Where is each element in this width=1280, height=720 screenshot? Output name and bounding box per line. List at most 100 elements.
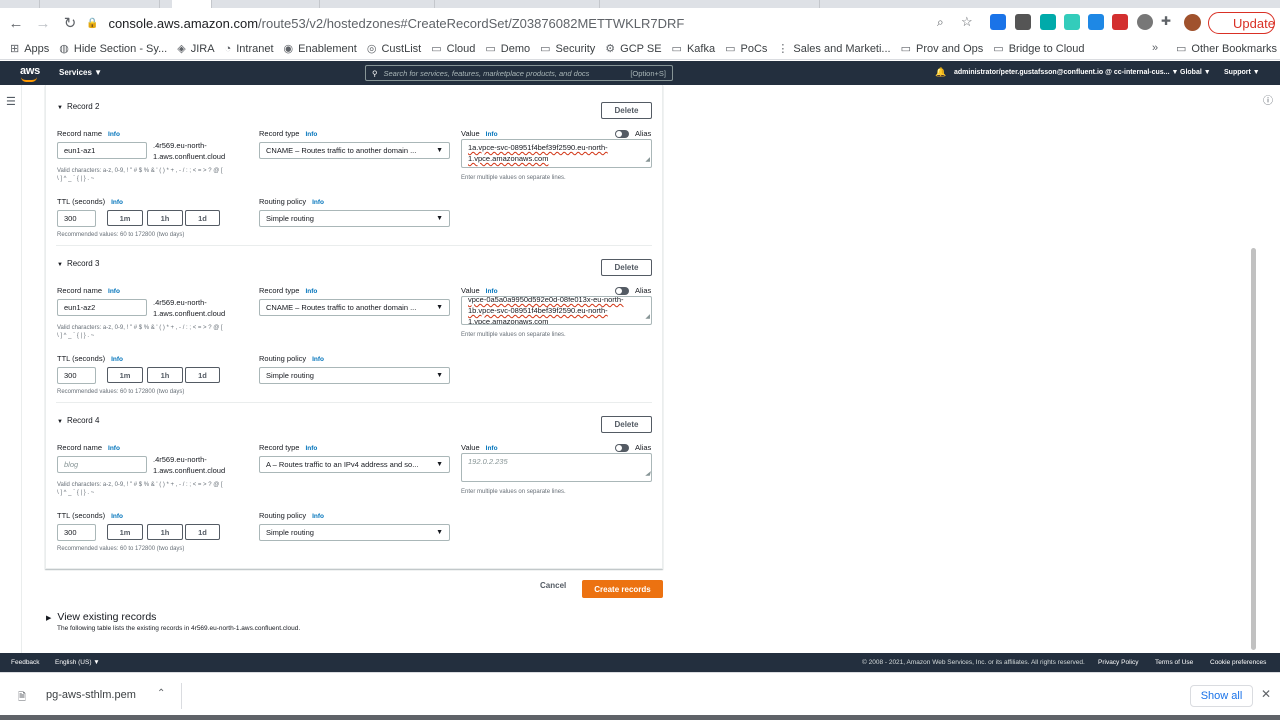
resize-grip-icon[interactable]: ◢ (645, 312, 650, 323)
bookmark-item[interactable]: ◉ Enablement (284, 42, 357, 56)
alias-toggle[interactable] (615, 287, 629, 295)
ttl-1d-button[interactable]: 1d (185, 367, 220, 383)
bookmark-item[interactable]: ⋮ Sales and Marketi... (777, 42, 890, 56)
browser-tab-active[interactable] (172, 0, 212, 8)
bookmark-item[interactable]: ⚙ GCP SE (605, 42, 661, 56)
ttl-input[interactable]: 300 (57, 210, 96, 227)
cancel-button[interactable]: Cancel (540, 581, 566, 590)
info-link[interactable]: Info (111, 199, 123, 206)
show-all-downloads-button[interactable]: Show all (1190, 685, 1253, 707)
ttl-1m-button[interactable]: 1m (107, 210, 143, 226)
extension-icon[interactable] (1040, 14, 1056, 30)
record-type-select[interactable]: CNAME – Routes traffic to another domain… (259, 142, 450, 159)
close-icon[interactable]: ✕ (1261, 687, 1271, 701)
download-filename[interactable]: pg-aws-sthlm.pem (46, 689, 136, 701)
bookmark-item[interactable]: ◈ JIRA (177, 42, 214, 56)
delete-record-button[interactable]: Delete (601, 102, 652, 119)
browser-tab[interactable] (280, 0, 320, 8)
delete-record-button[interactable]: Delete (601, 259, 652, 276)
extension-icon[interactable] (1015, 14, 1031, 30)
extensions-puzzle-icon[interactable]: ✚ (1161, 14, 1171, 28)
bookmark-item[interactable]: ▭ Prov and Ops (901, 42, 984, 56)
extension-icon[interactable] (1137, 14, 1153, 30)
info-link[interactable]: Info (312, 356, 324, 363)
record-name-input[interactable]: blog (57, 456, 147, 473)
ttl-1h-button[interactable]: 1h (147, 367, 183, 383)
bookmark-item[interactable]: ▭ Kafka (672, 42, 716, 56)
aws-search-input[interactable]: ⚲ Search for services, features, marketp… (365, 65, 673, 81)
resize-grip-icon[interactable]: ◢ (645, 469, 650, 480)
feedback-link[interactable]: Feedback (11, 659, 40, 666)
bookmark-item[interactable]: ▭ Security (540, 42, 595, 56)
region-menu[interactable]: Global ▼ (1180, 69, 1211, 76)
value-textarea[interactable]: vpce-0a5a0a9950d592e0d-08fe013x-eu-north… (461, 296, 652, 325)
other-bookmarks[interactable]: ▭ Other Bookmarks (1176, 42, 1277, 56)
bookmark-item[interactable]: ▭ Demo (485, 42, 530, 56)
browser-tab[interactable] (0, 0, 40, 8)
alias-toggle[interactable] (615, 130, 629, 138)
routing-policy-select[interactable]: Simple routing ▼ (259, 524, 450, 541)
ttl-input[interactable]: 300 (57, 524, 96, 541)
record-name-input[interactable]: eun1-az1 (57, 142, 147, 159)
back-icon[interactable]: ← (5, 12, 27, 34)
bookmark-item[interactable]: ▭ Bridge to Cloud (993, 42, 1084, 56)
record-type-select[interactable]: A – Routes traffic to an IPv4 address an… (259, 456, 450, 473)
browser-tab[interactable] (560, 0, 600, 8)
record-title[interactable]: ▼ Record 3 (57, 259, 99, 268)
info-link[interactable]: Info (305, 445, 317, 452)
info-link[interactable]: Info (486, 445, 498, 452)
support-menu[interactable]: Support ▼ (1224, 69, 1260, 76)
bookmark-star-icon[interactable]: ☆ (961, 14, 973, 30)
alias-toggle[interactable] (615, 444, 629, 452)
address-bar[interactable]: 🔒 console.aws.amazon.com/route53/v2/host… (82, 12, 982, 34)
bookmark-item[interactable]: ◔ Intranet (225, 43, 274, 55)
browser-tab[interactable] (395, 0, 435, 8)
delete-record-button[interactable]: Delete (601, 416, 652, 433)
record-title[interactable]: ▼ Record 2 (57, 102, 99, 111)
browser-tab[interactable] (120, 0, 160, 8)
reload-icon[interactable]: ↻ (59, 12, 81, 34)
create-records-button[interactable]: Create records (582, 580, 663, 598)
hamburger-menu-icon[interactable]: ☰ (6, 95, 16, 108)
notification-bell-icon[interactable]: 🔔 (935, 67, 946, 78)
extension-icon[interactable] (1088, 14, 1104, 30)
record-type-select[interactable]: CNAME – Routes traffic to another domain… (259, 299, 450, 316)
extension-icon[interactable] (1112, 14, 1128, 30)
bookmark-item[interactable]: ◍ Hide Section - Sy... (59, 42, 167, 56)
bookmark-item[interactable]: ▭ Cloud (431, 42, 475, 56)
help-panel-info-icon[interactable]: ⓘ (1263, 92, 1273, 107)
info-link[interactable]: Info (312, 199, 324, 206)
account-menu[interactable]: administrator/peter.gustafsson@confluent… (954, 69, 1178, 76)
cookie-preferences-link[interactable]: Cookie preferences (1210, 659, 1266, 666)
resize-grip-icon[interactable]: ◢ (645, 155, 650, 166)
routing-policy-select[interactable]: Simple routing ▼ (259, 367, 450, 384)
aws-logo[interactable]: aws (20, 65, 40, 82)
terms-of-use-link[interactable]: Terms of Use (1155, 659, 1193, 666)
bookmark-item[interactable]: ▭ PoCs (725, 42, 767, 56)
routing-policy-select[interactable]: Simple routing ▼ (259, 210, 450, 227)
services-menu[interactable]: Services ▼ (59, 68, 102, 77)
info-link[interactable]: Info (305, 131, 317, 138)
bookmarks-overflow-icon[interactable]: » (1152, 42, 1158, 54)
info-link[interactable]: Info (111, 356, 123, 363)
info-link[interactable]: Info (305, 288, 317, 295)
ttl-1m-button[interactable]: 1m (107, 524, 143, 540)
ttl-1h-button[interactable]: 1h (147, 210, 183, 226)
bookmark-item[interactable]: ⊞ Apps (10, 42, 49, 56)
update-button[interactable]: Update (1208, 12, 1275, 34)
info-link[interactable]: Info (108, 445, 120, 452)
bookmark-item[interactable]: ◎ CustList (367, 42, 421, 56)
ttl-1d-button[interactable]: 1d (185, 210, 220, 226)
zoom-extension-icon[interactable] (990, 14, 1006, 30)
ttl-input[interactable]: 300 (57, 367, 96, 384)
forward-icon[interactable]: → (32, 12, 54, 34)
info-link[interactable]: Info (486, 131, 498, 138)
ttl-1d-button[interactable]: 1d (185, 524, 220, 540)
info-link[interactable]: Info (312, 513, 324, 520)
record-name-input[interactable]: eun1-az2 (57, 299, 147, 316)
info-link[interactable]: Info (111, 513, 123, 520)
ttl-1h-button[interactable]: 1h (147, 524, 183, 540)
info-link[interactable]: Info (108, 288, 120, 295)
value-textarea[interactable]: 192.0.2.235 ◢ (461, 453, 652, 482)
chevron-up-icon[interactable]: ⌃ (157, 688, 165, 699)
